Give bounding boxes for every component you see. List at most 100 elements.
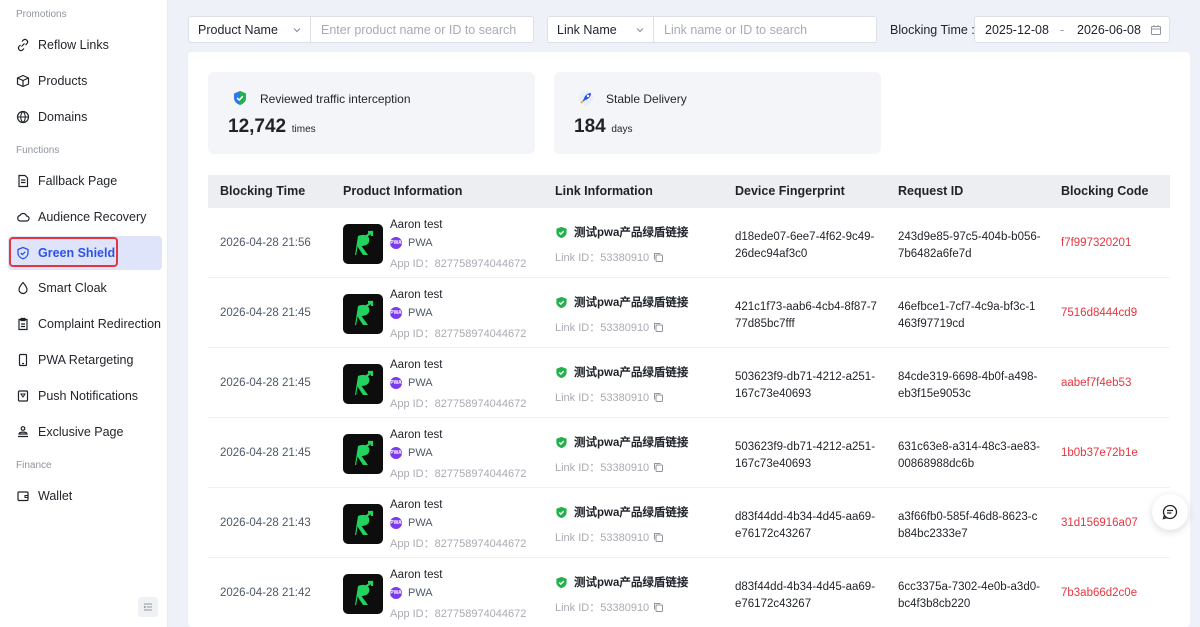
crown-icon [18, 426, 28, 438]
blocking-code[interactable]: f7f997320201 [1061, 237, 1131, 249]
sidebar-item-pwa-retargeting[interactable]: PWA Retargeting [8, 343, 162, 377]
request-id-line: 7b6482a6fe7d [898, 248, 972, 260]
stat-title: Stable Delivery [606, 92, 687, 106]
calendar-icon [1151, 25, 1161, 35]
sidebar-item-wallet[interactable]: Wallet [8, 479, 162, 513]
app-id: App ID：827758974044672 [390, 468, 527, 480]
fingerprint-line: 167c73e40693 [735, 388, 812, 400]
link-field-select[interactable]: Link Name [548, 17, 654, 42]
table-row: 2026-04-28 21:45 Aaron test PWA PWA App ID：8… [208, 278, 1170, 348]
stat-value: 184 [574, 116, 606, 137]
link-id: Link ID：53380910 [555, 319, 664, 335]
link-name[interactable]: 测试pwa产品绿盾链接 [555, 434, 688, 450]
app-icon [343, 574, 383, 614]
link-id-label: Link ID：53380910 [555, 532, 650, 544]
product-name: Aaron test [390, 499, 443, 511]
link-name[interactable]: 测试pwa产品绿盾链接 [555, 574, 688, 590]
link-name-label: 测试pwa产品绿盾链接 [574, 367, 689, 379]
sidebar-item-push-notifications[interactable]: Push Notifications [8, 379, 162, 413]
chat-icon [1162, 504, 1178, 520]
sidebar-item-reflow-links[interactable]: Reflow Links [8, 28, 162, 62]
link-name[interactable]: 测试pwa产品绿盾链接 [555, 504, 688, 520]
header-blocking-code: Blocking Code [1061, 184, 1149, 198]
blocking-time: 2026-04-28 21:45 [220, 307, 311, 319]
sidebar-item-smart-cloak[interactable]: Smart Cloak [8, 271, 162, 305]
sidebar-item-fallback-page[interactable]: Fallback Page [8, 164, 162, 198]
stat-unit: times [291, 124, 316, 135]
copy-icon[interactable] [653, 602, 664, 613]
rocket-icon [579, 91, 593, 105]
link-name[interactable]: 测试pwa产品绿盾链接 [555, 364, 688, 380]
table-row: 2026-04-28 21:43 Aaron test PWA PWA App ID：8… [208, 488, 1170, 558]
copy-icon[interactable] [653, 532, 664, 543]
product-select-value: Product Name [198, 22, 278, 37]
app-icon [343, 504, 383, 544]
request-id-line: 84cde319-6698-4b0f-a498- [898, 371, 1038, 383]
product-type: PWA PWA [390, 447, 433, 459]
blocking-code[interactable]: 7b3ab66d2c0e [1061, 587, 1137, 599]
fingerprint-line: 503623f9-db71-4212-a251- [735, 441, 876, 453]
link-name[interactable]: 测试pwa产品绿盾链接 [555, 224, 688, 240]
table-header: Blocking Time Product Information Link I… [208, 175, 1170, 208]
header-blocking-time[interactable]: Blocking Time [220, 184, 305, 198]
sidebar-item-exclusive-page[interactable]: Exclusive Page [8, 415, 162, 449]
pwa-badge-icon: PWA [390, 587, 402, 599]
pwa-badge-icon: PWA [390, 517, 402, 529]
fingerprint-line: 26dec94af3c0 [735, 248, 808, 260]
blocking-code[interactable]: aabef7f4eb53 [1061, 377, 1131, 389]
copy-icon[interactable] [653, 252, 664, 263]
sidebar-item-label: Audience Recovery [38, 210, 147, 224]
date-range-picker[interactable]: 2025-12-08 - 2026-06-08 [974, 16, 1170, 43]
product-search-input[interactable] [311, 17, 533, 42]
sidebar-item-label: Wallet [38, 489, 73, 503]
request-id-line: 46efbce1-7cf7-4c9a-bf3c-1 [898, 301, 1036, 313]
fingerprint-line: 421c1f73-aab6-4cb4-8f87-7 [735, 301, 877, 313]
fingerprint-line: e76172c43267 [735, 528, 812, 540]
link-name[interactable]: 测试pwa产品绿盾链接 [555, 294, 688, 310]
stat-unit: days [611, 124, 633, 135]
blocking-code[interactable]: 1b0b37e72b1e [1061, 447, 1138, 459]
blocking-code[interactable]: 7516d8444cd9 [1061, 307, 1137, 319]
shield-check-icon [556, 436, 567, 448]
product-name: Aaron test [390, 289, 443, 301]
link-name-label: 测试pwa产品绿盾链接 [574, 437, 689, 449]
table-row: 2026-04-28 21:56 Aaron test PWA PWA App ID：8… [208, 208, 1170, 278]
copy-icon[interactable] [653, 392, 664, 403]
sidebar-item-audience-recovery[interactable]: Audience Recovery [8, 200, 162, 234]
pwa-badge-icon: PWA [390, 237, 402, 249]
product-name: Aaron test [390, 429, 443, 441]
app-icon [343, 224, 383, 264]
sidebar-item-domains[interactable]: Domains [8, 100, 162, 134]
date-separator: - [1060, 23, 1065, 37]
sidebar-item-complaint-redirection[interactable]: Complaint Redirection [8, 307, 162, 341]
request-id: 46efbce1-7cf7-4c9a-bf3c-1 463f97719cd [898, 299, 1035, 333]
device-fingerprint: 421c1f73-aab6-4cb4-8f87-7 77d85bc7fff [735, 299, 877, 333]
shield-check-icon [556, 226, 567, 238]
shield-check-icon [234, 91, 246, 105]
blocking-code[interactable]: 31d156916a07 [1061, 517, 1138, 529]
copy-icon[interactable] [653, 462, 664, 473]
stat-card-delivery: Stable Delivery 184 days [554, 72, 881, 154]
fingerprint-line: 503623f9-db71-4212-a251- [735, 371, 876, 383]
globe-icon [16, 110, 30, 124]
device-fingerprint: 503623f9-db71-4212-a251- 167c73e40693 [735, 439, 875, 473]
sidebar-item-green-shield[interactable]: Green Shield [8, 236, 162, 270]
stat-value-group: 184 days [574, 116, 632, 138]
product-field-select[interactable]: Product Name [189, 17, 311, 42]
date-end: 2026-06-08 [1077, 23, 1141, 37]
request-id: 84cde319-6698-4b0f-a498- eb3f15e9053c [898, 369, 1037, 403]
sidebar-item-label: Fallback Page [38, 174, 118, 188]
sidebar-item-label: Smart Cloak [38, 281, 107, 295]
chat-support-button[interactable] [1152, 494, 1188, 530]
shield-check-icon [556, 366, 567, 378]
collapse-sidebar-button[interactable] [138, 597, 158, 617]
app-logo-icon [355, 580, 374, 605]
link-search-input[interactable] [654, 17, 876, 42]
sidebar: Promotions Reflow Links Products Domains… [0, 0, 168, 627]
copy-icon[interactable] [653, 322, 664, 333]
request-id-line: 6cc3375a-7302-4e0b-a3d0- [898, 581, 1040, 593]
clipboard-icon [18, 317, 28, 331]
app-id: App ID：827758974044672 [390, 398, 527, 410]
header-device-fingerprint: Device Fingerprint [735, 184, 845, 198]
sidebar-item-products[interactable]: Products [8, 64, 162, 98]
